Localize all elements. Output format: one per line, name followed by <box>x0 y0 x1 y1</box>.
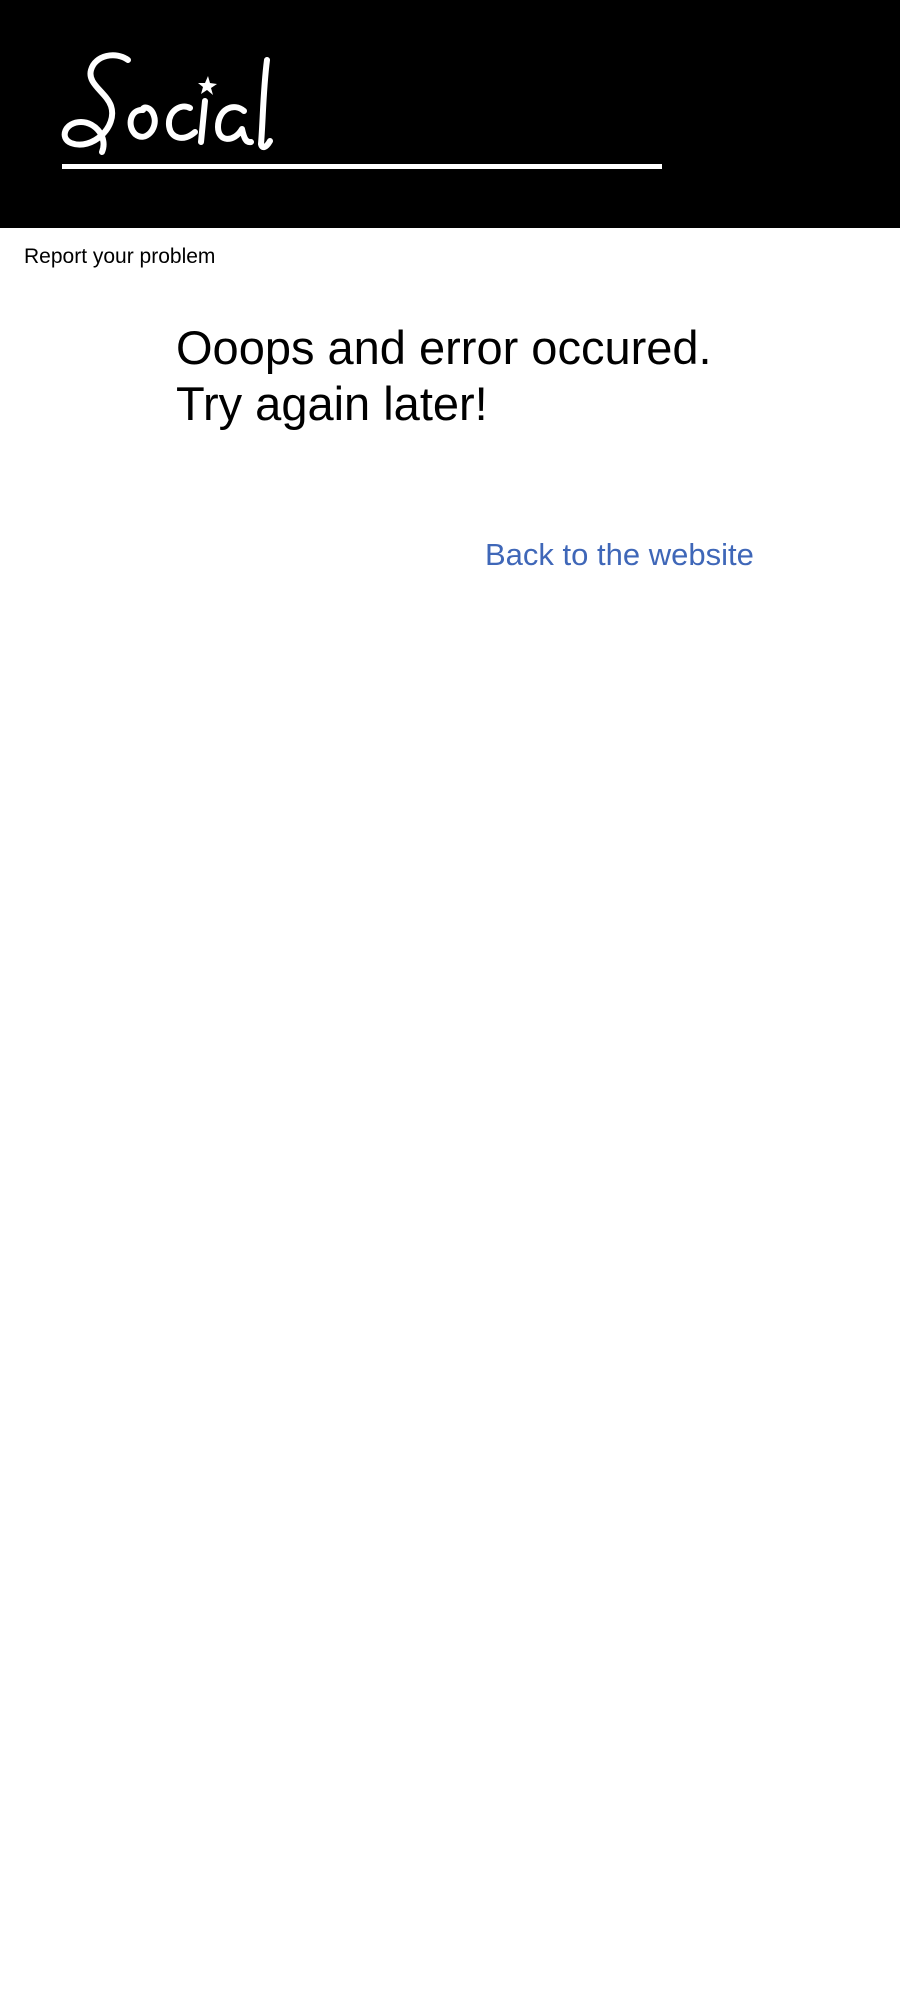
error-message-line-2: Try again later! <box>176 377 488 430</box>
logo-underline <box>62 164 662 169</box>
site-header <box>0 0 900 228</box>
social-logo-script <box>61 52 273 155</box>
back-to-website-link[interactable]: Back to the website <box>485 536 754 574</box>
error-message-line-1: Ooops and error occured. <box>176 321 712 374</box>
social-logo[interactable] <box>60 48 320 160</box>
report-problem-link[interactable]: Report your problem <box>24 243 215 271</box>
error-message: Ooops and error occured. Try again later… <box>176 320 816 432</box>
